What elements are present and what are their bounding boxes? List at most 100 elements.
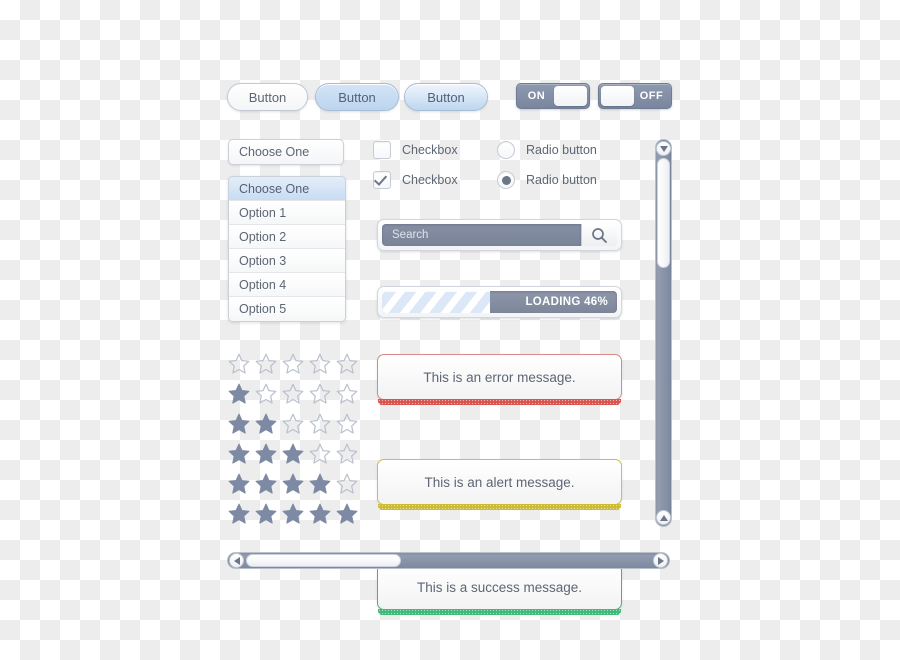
select-option-list[interactable]: Choose One Option 1 Option 2 Option 3 Op…: [228, 176, 346, 322]
toggle-off-knob[interactable]: [601, 86, 634, 106]
toggle-off[interactable]: OFF: [598, 83, 672, 109]
chevron-left-icon: [233, 556, 240, 565]
star-filled-icon[interactable]: [227, 382, 251, 406]
star-filled-icon[interactable]: [281, 472, 305, 496]
rating-row[interactable]: [227, 382, 359, 406]
star-filled-icon[interactable]: [227, 442, 251, 466]
chevron-up-icon: [659, 514, 668, 521]
select-option-3[interactable]: Option 3: [229, 249, 345, 273]
progress-track: LOADING 46%: [382, 291, 617, 313]
search-icon: [592, 227, 607, 243]
progress-bar: LOADING 46%: [377, 286, 622, 318]
rating-star-groups: [227, 352, 359, 532]
star-empty-icon[interactable]: [281, 412, 305, 436]
toggle-on[interactable]: ON: [516, 83, 590, 109]
toggle-off-label: OFF: [639, 90, 664, 102]
star-filled-icon[interactable]: [281, 502, 305, 526]
progress-label: LOADING 46%: [525, 296, 608, 308]
star-filled-icon[interactable]: [227, 472, 251, 496]
rating-row[interactable]: [227, 472, 359, 496]
search-input[interactable]: Search: [382, 224, 581, 246]
progress-fill: [382, 291, 491, 313]
ui-kit-canvas: Button Button Button ON OFF Choose One C…: [0, 0, 900, 660]
star-empty-icon[interactable]: [227, 352, 251, 376]
star-empty-icon[interactable]: [308, 412, 332, 436]
star-filled-icon[interactable]: [254, 502, 278, 526]
select-option-label: Option 2: [239, 229, 287, 244]
scrollbar-up-arrow-button[interactable]: [656, 510, 671, 525]
star-empty-icon[interactable]: [335, 472, 359, 496]
star-empty-icon[interactable]: [308, 352, 332, 376]
button-active[interactable]: Button: [404, 83, 488, 111]
select-option-4[interactable]: Option 4: [229, 273, 345, 297]
select-option-label: Choose One: [239, 181, 310, 196]
rating-row[interactable]: [227, 442, 359, 466]
star-empty-icon[interactable]: [254, 352, 278, 376]
message-alert: This is an alert message.: [377, 459, 622, 510]
vertical-scrollbar[interactable]: [655, 139, 672, 527]
star-empty-icon[interactable]: [281, 352, 305, 376]
select-option-2[interactable]: Option 2: [229, 225, 345, 249]
star-empty-icon[interactable]: [335, 442, 359, 466]
star-filled-icon[interactable]: [281, 442, 305, 466]
select-option-1[interactable]: Option 1: [229, 201, 345, 225]
star-empty-icon[interactable]: [335, 412, 359, 436]
select-option-5[interactable]: Option 5: [229, 297, 345, 321]
rating-row[interactable]: [227, 502, 359, 526]
select-option-label: Option 5: [239, 302, 287, 316]
chevron-right-icon: [657, 556, 664, 565]
select-option-label: Option 4: [239, 277, 287, 292]
scrollbar-down-arrow-button[interactable]: [656, 141, 671, 156]
star-empty-icon[interactable]: [335, 352, 359, 376]
select-option-choose-one[interactable]: Choose One: [229, 177, 345, 201]
star-filled-icon[interactable]: [227, 502, 251, 526]
star-filled-icon[interactable]: [335, 502, 359, 526]
star-filled-icon[interactable]: [308, 472, 332, 496]
message-alert-text: This is an alert message.: [424, 474, 575, 490]
message-success-text: This is a success message.: [416, 579, 583, 595]
toggle-on-label: ON: [527, 90, 546, 102]
search-button[interactable]: [581, 224, 617, 246]
horizontal-scrollbar[interactable]: [227, 552, 670, 569]
star-empty-icon[interactable]: [281, 382, 305, 406]
star-filled-icon[interactable]: [254, 442, 278, 466]
button-hover-label: Button: [338, 89, 376, 105]
button-hover[interactable]: Button: [315, 83, 399, 111]
select-option-label: Option 3: [239, 253, 287, 268]
radio-checked[interactable]: [497, 171, 515, 189]
horizontal-scrollbar-thumb[interactable]: [246, 554, 401, 567]
star-filled-icon[interactable]: [308, 502, 332, 526]
select-closed-value: Choose One: [239, 145, 310, 159]
message-success: This is a success message.: [377, 564, 622, 615]
chevron-down-icon: [659, 145, 668, 152]
star-empty-icon[interactable]: [308, 382, 332, 406]
button-default-label: Button: [248, 89, 287, 105]
radio-unchecked[interactable]: [497, 141, 515, 159]
checkbox-checked[interactable]: [373, 171, 391, 189]
toggle-on-knob[interactable]: [554, 86, 587, 106]
radio-checked-row[interactable]: Radio button: [497, 171, 597, 189]
star-filled-icon[interactable]: [254, 472, 278, 496]
search-bar[interactable]: Search: [377, 219, 622, 251]
checkbox-checked-row[interactable]: Checkbox: [373, 171, 458, 189]
star-empty-icon[interactable]: [335, 382, 359, 406]
button-active-label: Button: [427, 89, 465, 105]
radio-checked-label: Radio button: [526, 173, 597, 187]
scrollbar-left-arrow-button[interactable]: [229, 553, 244, 568]
select-closed[interactable]: Choose One: [228, 139, 344, 165]
message-error-text: This is an error message.: [423, 369, 576, 385]
rating-row[interactable]: [227, 412, 359, 436]
star-filled-icon[interactable]: [254, 412, 278, 436]
button-default[interactable]: Button: [227, 83, 308, 111]
checkbox-unchecked[interactable]: [373, 141, 391, 159]
scrollbar-right-arrow-button[interactable]: [653, 553, 668, 568]
radio-unchecked-row[interactable]: Radio button: [497, 141, 597, 159]
star-empty-icon[interactable]: [308, 442, 332, 466]
vertical-scrollbar-thumb[interactable]: [657, 158, 670, 268]
checkbox-unchecked-row[interactable]: Checkbox: [373, 141, 458, 159]
radio-unchecked-label: Radio button: [526, 143, 597, 157]
rating-row[interactable]: [227, 352, 359, 376]
star-filled-icon[interactable]: [227, 412, 251, 436]
checkbox-checked-label: Checkbox: [402, 173, 458, 187]
star-empty-icon[interactable]: [254, 382, 278, 406]
